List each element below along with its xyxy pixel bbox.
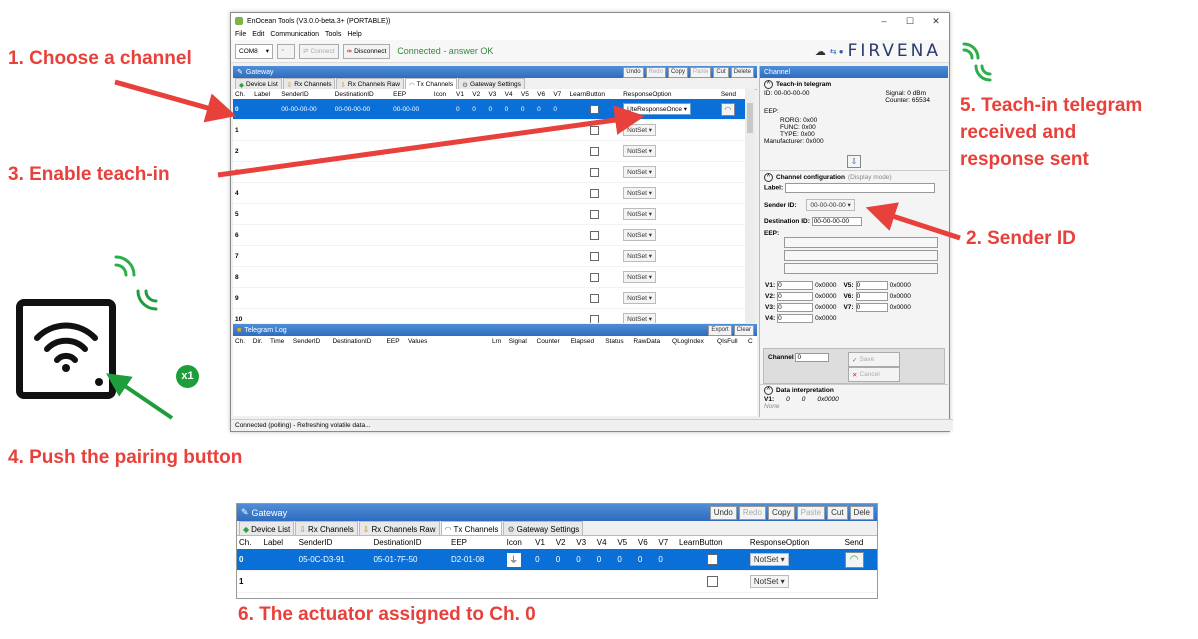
arrow-pairing-button (106, 373, 174, 420)
arrow-enable-teachin (217, 105, 645, 178)
annotation-arrows (106, 79, 961, 420)
arrow-sender-id (865, 202, 961, 241)
arrow-choose-channel (114, 79, 237, 123)
